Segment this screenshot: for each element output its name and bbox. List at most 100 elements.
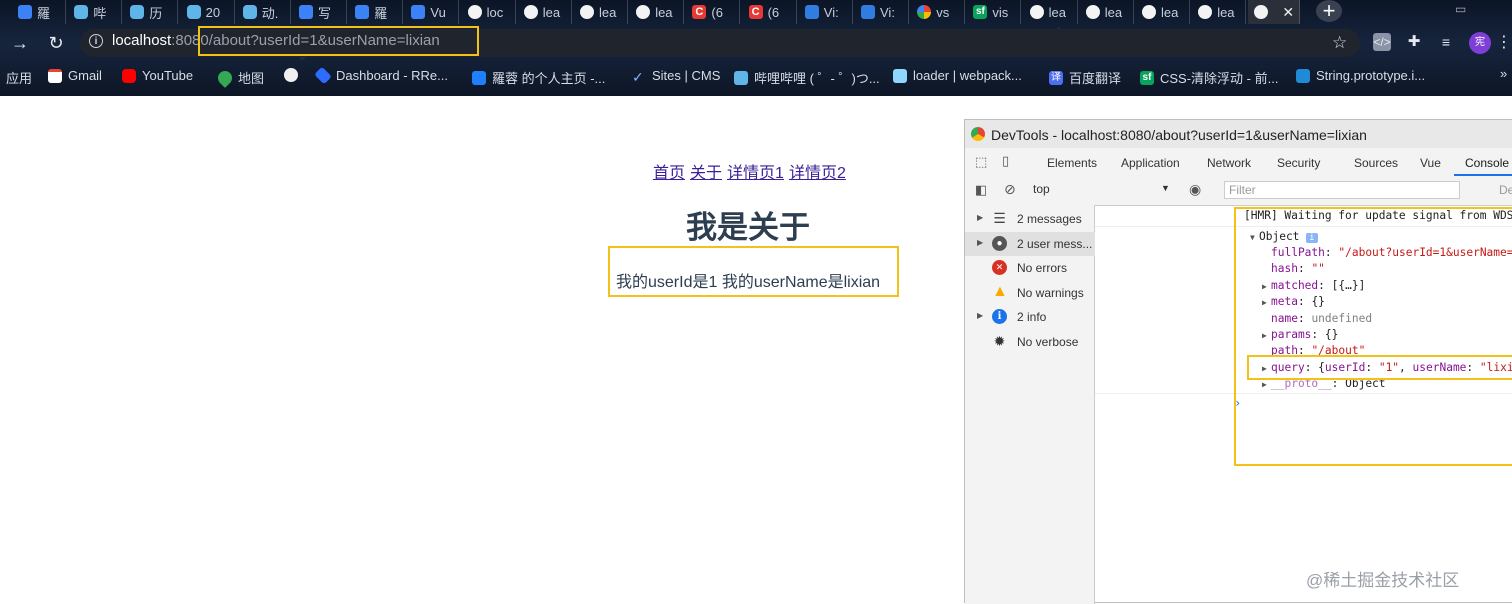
browser-tab[interactable]: lea — [1136, 0, 1190, 24]
browser-tab[interactable]: lea — [574, 0, 628, 24]
browser-tab[interactable]: Vi: — [855, 0, 909, 24]
menu-kebab-icon[interactable]: ⋮ — [1496, 32, 1512, 52]
bookmark-item[interactable]: 哔哩哔哩 ( ゜- ゜)つ... — [734, 68, 880, 87]
expand-right-icon[interactable]: ▶ — [977, 311, 983, 320]
baidu-translate-icon: 译 — [1049, 70, 1063, 85]
context-select[interactable]: top — [1033, 182, 1173, 200]
expand-right-icon[interactable]: ▶ — [977, 238, 983, 247]
tab-label: vs — [936, 4, 950, 20]
expand-right-icon[interactable]: ▶ — [977, 213, 983, 222]
console-output: [HMR] Waiting for update signal from WDS… — [1095, 205, 1512, 604]
sidebar-item[interactable]: ✹ No verbose — [965, 330, 1095, 354]
nav-link-home[interactable]: 首页 — [653, 165, 685, 182]
device-toolbar-icon[interactable]: ▯ — [1002, 153, 1009, 169]
bookmark-item[interactable]: YouTube — [122, 68, 193, 83]
browser-tab[interactable]: C (6 — [686, 0, 741, 24]
filter-input[interactable]: Filter — [1224, 181, 1460, 199]
more-bookmarks-icon[interactable]: » — [1500, 66, 1507, 81]
browser-tab[interactable]: lea — [1192, 0, 1247, 24]
live-expression-eye-icon[interactable]: ◉ — [1189, 181, 1201, 198]
bookmark-item[interactable]: String.prototype.i... — [1296, 68, 1425, 83]
sidebar-item[interactable]: ▶ ● 2 user mess... — [965, 231, 1095, 256]
browser-tab[interactable]: lea — [1024, 0, 1078, 24]
sidebar-item-label: No errors — [1017, 261, 1068, 275]
nav-link-detail-1[interactable]: 详情页1 — [727, 165, 784, 182]
tab-network[interactable]: Network — [1207, 156, 1251, 170]
browser-tab[interactable]: lea — [1080, 0, 1134, 24]
site-info-icon[interactable]: i — [89, 34, 103, 48]
clear-console-icon[interactable]: ⊘ — [1004, 181, 1016, 198]
tab-label: lea — [1104, 4, 1123, 20]
nav-link-detail-2[interactable]: 详情页2 — [789, 165, 846, 182]
browser-tab[interactable]: lea — [518, 0, 572, 24]
bookmark-label: YouTube — [142, 68, 194, 83]
tab-vue[interactable]: Vue — [1420, 156, 1441, 170]
list-icon: ☰ — [993, 210, 1006, 226]
sidebar-item[interactable]: ▶ i 2 info — [965, 305, 1095, 329]
browser-tab[interactable]: vs — [911, 0, 966, 24]
forward-icon[interactable]: → — [8, 31, 32, 55]
browser-tab[interactable]: lea — [630, 0, 685, 24]
github-icon — [1085, 5, 1100, 19]
tab-sources[interactable]: Sources — [1354, 156, 1398, 170]
bookmark-label: loader | webpack... — [913, 68, 1022, 83]
tab-label: 历 — [149, 5, 163, 21]
browser-tab[interactable]: 写 — [293, 0, 347, 24]
github-icon — [1254, 5, 1269, 19]
new-tab-button[interactable]: + — [1316, 0, 1342, 22]
tab-elements[interactable]: Elements — [1047, 156, 1097, 170]
browser-tab[interactable]: sf vis — [967, 0, 1022, 24]
browser-tab[interactable]: 哔 — [68, 0, 123, 24]
bookmark-item[interactable]: 应用 — [6, 68, 32, 87]
inspect-element-icon[interactable]: ⬚ — [975, 154, 987, 170]
bookmark-item[interactable]: 地图 — [215, 67, 265, 88]
github-icon — [1142, 5, 1156, 19]
segmentfault-icon: sf — [1140, 70, 1154, 85]
sidebar-toggle-icon[interactable]: ◧ — [975, 182, 987, 198]
sidebar-item[interactable]: ▲ No warnings — [965, 281, 1095, 305]
bookmark-item[interactable]: 译百度翻译 — [1049, 68, 1121, 87]
tab-label: (6 — [767, 4, 780, 20]
bookmark-item[interactable] — [284, 68, 304, 82]
page-title: 我是关于 — [686, 210, 810, 245]
bookmark-item[interactable]: ✓ Sites | CMS — [632, 68, 720, 85]
extension-code-icon[interactable]: </> — [1373, 33, 1391, 51]
tab-security[interactable]: Security — [1277, 156, 1320, 170]
bookmark-item[interactable]: sf CSS-清除浮动 - 前... — [1140, 68, 1278, 87]
chevron-down-icon: ▼ — [1161, 183, 1170, 193]
sidebar-item[interactable]: ▶ ☰ 2 messages — [965, 207, 1095, 231]
browser-tab[interactable]: 历 — [124, 0, 179, 24]
bookmark-label: Dashboard - RRe... — [336, 68, 448, 83]
sidebar-item[interactable]: ✕ No errors — [965, 256, 1095, 280]
bookmark-star-icon[interactable]: ☆ — [1332, 33, 1347, 53]
tab-application[interactable]: Application — [1121, 156, 1180, 170]
profile-avatar[interactable]: 宪 — [1469, 32, 1491, 54]
bookmark-label: 地图 — [238, 71, 265, 86]
bookmark-item[interactable]: Gmail — [48, 68, 102, 83]
extensions-puzzle-icon[interactable]: ✚ — [1405, 33, 1423, 51]
browser-tab[interactable]: 20 — [181, 0, 235, 24]
watermark: @稀土掘金技术社区 — [1306, 571, 1460, 590]
devtools-titlebar: DevTools - localhost:8080/about?userId=1… — [965, 120, 1512, 149]
default-levels-select[interactable]: De — [1499, 183, 1512, 197]
bookmark-label: Gmail — [68, 68, 102, 83]
browser-tab[interactable]: 动. — [237, 0, 291, 24]
browser-tab[interactable]: Vi: — [799, 0, 853, 24]
bookmark-item[interactable]: Dashboard - RRe... — [314, 66, 448, 85]
browser-tab[interactable]: Vu — [405, 0, 460, 24]
browser-tab[interactable]: 羅 — [349, 0, 404, 24]
tab-console[interactable]: Console — [1465, 156, 1509, 170]
chrome-icon — [971, 127, 985, 141]
bookmark-item[interactable]: loader | webpack... — [893, 68, 1022, 83]
reading-list-icon[interactable]: ≡ — [1437, 33, 1455, 51]
minimize-icon[interactable]: ▭ — [1455, 2, 1466, 16]
bookmark-item[interactable]: 羅蓉 的个人主页 -... — [472, 68, 605, 87]
browser-tab[interactable]: ✕ — [1248, 0, 1301, 24]
reload-icon[interactable]: ↻ — [44, 31, 68, 55]
browser-tab[interactable]: loc — [462, 0, 516, 24]
nav-link-about[interactable]: 关于 — [690, 165, 722, 182]
close-tab-icon[interactable]: ✕ — [1282, 4, 1294, 21]
tab-label: lea — [599, 4, 617, 20]
browser-tab[interactable]: 羅 — [12, 0, 66, 24]
browser-tab[interactable]: C (6 — [743, 0, 797, 24]
